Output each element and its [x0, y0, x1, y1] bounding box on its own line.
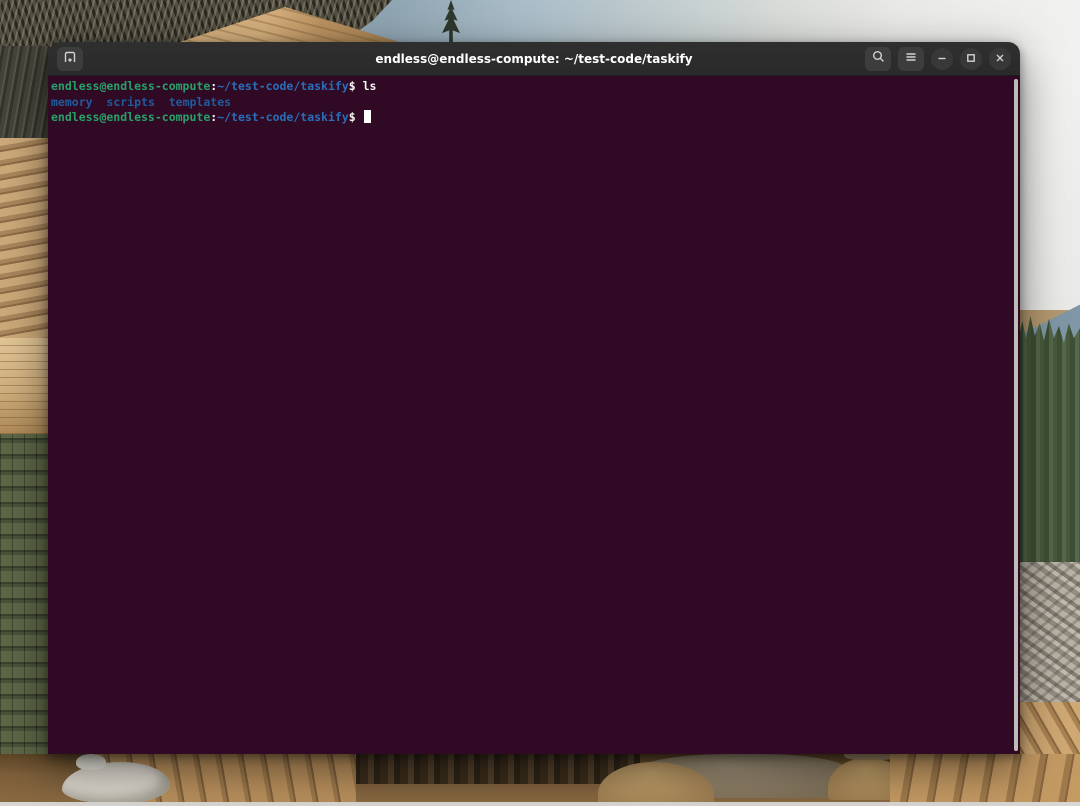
- terminal-text-segment: [93, 95, 107, 109]
- new-tab-button[interactable]: [57, 47, 83, 71]
- terminal-screen[interactable]: endless@endless-compute:~/test-code/task…: [48, 76, 1020, 754]
- terminal-text-segment: ~/test-code/taskify: [217, 110, 349, 124]
- search-icon: [871, 49, 886, 68]
- titlebar[interactable]: endless@endless-compute: ~/test-code/tas…: [48, 42, 1020, 76]
- wallpaper-left-green-shingles: [0, 434, 50, 790]
- window-title: endless@endless-compute: ~/test-code/tas…: [375, 52, 692, 66]
- terminal-line: endless@endless-compute:~/test-code/task…: [51, 79, 1006, 95]
- wallpaper-rock-scree: [1018, 562, 1080, 702]
- terminal-text-segment: endless@endless-compute: [51, 110, 210, 124]
- terminal-text-segment: scripts: [106, 95, 154, 109]
- wallpaper-right-sky: [1018, 46, 1080, 310]
- maximize-icon: [965, 49, 977, 68]
- wallpaper-left-twigs: [0, 46, 50, 138]
- wallpaper-pine-forest: [1018, 316, 1080, 562]
- hamburger-menu-icon: [904, 49, 918, 68]
- terminal-line: endless@endless-compute:~/test-code/task…: [51, 110, 1006, 126]
- terminal-text-segment: endless@endless-compute: [51, 79, 210, 93]
- terminal-text-segment: memory: [51, 95, 93, 109]
- terminal-text-segment: [155, 95, 169, 109]
- maximize-button[interactable]: [960, 48, 982, 70]
- terminal-text-segment: ls: [363, 79, 377, 93]
- terminal-lines: endless@endless-compute:~/test-code/task…: [51, 79, 1006, 126]
- menu-button[interactable]: [898, 47, 924, 71]
- titlebar-controls: [865, 47, 1020, 71]
- close-icon: [994, 49, 1006, 68]
- wallpaper-planks-right: [890, 754, 1080, 806]
- search-button[interactable]: [865, 47, 891, 71]
- terminal-text-segment: templates: [169, 95, 231, 109]
- minimize-icon: [936, 49, 948, 68]
- wallpaper-white-sculpture-head: [76, 754, 106, 770]
- terminal-text-segment: $: [349, 110, 363, 124]
- terminal-scrollbar[interactable]: [1014, 79, 1018, 751]
- terminal-text-segment: $: [349, 79, 363, 93]
- terminal-window: endless@endless-compute: ~/test-code/tas…: [48, 42, 1020, 754]
- wallpaper-left-beam: [0, 338, 50, 434]
- terminal-cursor: [364, 110, 371, 123]
- terminal-text-segment: ~/test-code/taskify: [217, 79, 349, 93]
- minimize-button[interactable]: [931, 48, 953, 70]
- terminal-line: memory scripts templates: [51, 95, 1006, 111]
- close-button[interactable]: [989, 48, 1011, 70]
- wallpaper-bottom-edge: [0, 802, 1080, 806]
- wallpaper-left-shingles: [0, 138, 50, 338]
- new-tab-icon: [62, 49, 78, 69]
